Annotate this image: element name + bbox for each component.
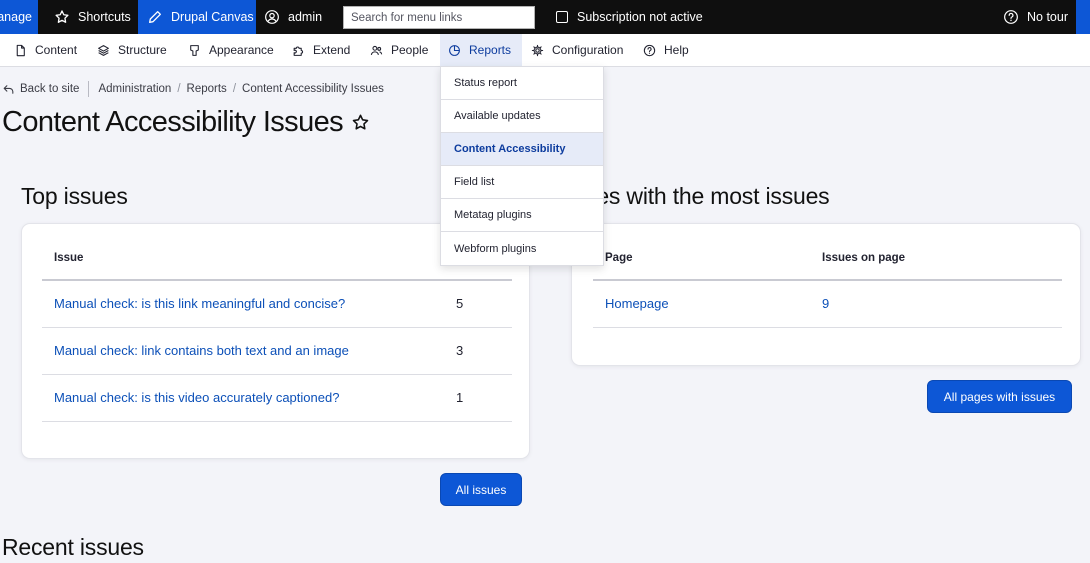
breadcrumb-item-current: Content Accessibility Issues bbox=[242, 83, 384, 95]
admin-menu: Content Structure Appearance Extend Peop… bbox=[0, 34, 1090, 67]
menu-item-structure[interactable]: Structure bbox=[89, 34, 175, 66]
star-icon bbox=[55, 10, 69, 23]
issue-count: 1 bbox=[456, 390, 464, 405]
menu-item-label: Appearance bbox=[209, 43, 274, 57]
star-icon[interactable] bbox=[351, 113, 370, 132]
people-icon bbox=[370, 45, 383, 55]
chart-icon bbox=[449, 44, 460, 56]
help-icon bbox=[1004, 10, 1018, 24]
drupal-canvas-label: Drupal Canvas bbox=[171, 10, 254, 24]
breadcrumb-separator: / bbox=[177, 83, 181, 95]
dropdown-item-available-updates[interactable]: Available updates bbox=[441, 100, 603, 133]
puzzle-icon bbox=[293, 46, 304, 56]
column-header-page: Page bbox=[605, 252, 633, 264]
checkbox-icon bbox=[556, 11, 568, 23]
menu-item-appearance[interactable]: Appearance bbox=[180, 34, 282, 66]
menu-item-label: Configuration bbox=[552, 43, 624, 57]
page-title: Content Accessibility Issues bbox=[2, 106, 370, 139]
user-icon bbox=[265, 10, 279, 24]
help-icon bbox=[643, 44, 656, 56]
menu-item-label: Reports bbox=[469, 43, 512, 57]
menu-item-reports[interactable]: Reports bbox=[440, 34, 522, 66]
table-row: Manual check: is this video accurately c… bbox=[42, 375, 512, 422]
tour-label: No tour bbox=[1027, 10, 1068, 24]
recent-issues-title: Recent issues bbox=[2, 534, 144, 560]
top-toolbar: Manage Shortcuts Drupal Canvas admin Sub… bbox=[0, 0, 1090, 34]
shortcuts-button[interactable]: Shortcuts bbox=[40, 0, 136, 34]
menu-item-extend[interactable]: Extend bbox=[284, 34, 358, 66]
page-title-text: Content Accessibility Issues bbox=[2, 106, 344, 138]
table-row: Manual check: is this link meaningful an… bbox=[42, 281, 512, 328]
top-issues-title: Top issues bbox=[21, 183, 128, 209]
drupal-canvas-button[interactable]: Drupal Canvas bbox=[138, 0, 256, 34]
menu-item-label: Content bbox=[35, 43, 78, 57]
dropdown-item-content-accessibility[interactable]: Content Accessibility bbox=[441, 133, 603, 166]
page-issue-count[interactable]: 9 bbox=[822, 296, 829, 311]
all-issues-button[interactable]: All issues bbox=[440, 473, 522, 506]
shortcuts-label: Shortcuts bbox=[78, 10, 131, 24]
breadcrumb-divider bbox=[88, 81, 90, 97]
breadcrumb: Back to site Administration / Reports / … bbox=[2, 81, 384, 97]
table-row: Manual check: link contains both text an… bbox=[42, 328, 512, 375]
dropdown-item-webform-plugins[interactable]: Webform plugins bbox=[441, 232, 603, 265]
gear-icon bbox=[531, 44, 544, 56]
user-label: admin bbox=[288, 10, 323, 24]
menu-item-label: Help bbox=[664, 43, 689, 57]
manage-button[interactable]: Manage bbox=[0, 0, 38, 34]
breadcrumb-separator: / bbox=[232, 83, 237, 95]
layers-icon bbox=[98, 44, 109, 56]
issue-count: 5 bbox=[456, 296, 464, 311]
table-row: Homepage 9 bbox=[593, 281, 1062, 328]
reports-dropdown: Status report Available updates Content … bbox=[440, 66, 604, 266]
menu-item-people[interactable]: People bbox=[362, 34, 436, 66]
subscription-label: Subscription not active bbox=[577, 10, 703, 24]
dropdown-item-status-report[interactable]: Status report bbox=[441, 67, 603, 100]
user-menu-button[interactable]: admin bbox=[256, 0, 332, 34]
pencil-icon bbox=[149, 11, 161, 23]
column-header-issues-on-page: Issues on page bbox=[822, 252, 906, 264]
breadcrumb-item-reports[interactable]: Reports bbox=[187, 83, 227, 95]
menu-item-configuration[interactable]: Configuration bbox=[523, 34, 631, 66]
toolbar-edge-button[interactable] bbox=[1076, 0, 1090, 34]
menu-item-label: People bbox=[391, 43, 429, 57]
issue-count: 3 bbox=[456, 343, 464, 358]
manage-label: Manage bbox=[0, 10, 32, 24]
menu-item-content[interactable]: Content bbox=[6, 34, 85, 66]
back-to-site-link[interactable]: Back to site bbox=[20, 83, 79, 95]
back-arrow-icon bbox=[3, 84, 14, 94]
all-pages-with-issues-button[interactable]: All pages with issues bbox=[927, 380, 1072, 413]
dropdown-item-metatag-plugins[interactable]: Metatag plugins bbox=[441, 199, 603, 232]
menu-item-label: Structure bbox=[118, 43, 167, 57]
tour-button[interactable]: No tour bbox=[995, 0, 1068, 34]
subscription-status[interactable]: Subscription not active bbox=[548, 0, 703, 34]
dropdown-item-field-list[interactable]: Field list bbox=[441, 166, 603, 199]
column-header-issue: Issue bbox=[54, 252, 84, 264]
brush-icon bbox=[190, 44, 199, 56]
page-link[interactable]: Homepage bbox=[605, 296, 669, 311]
pages-most-issues-card: Page Issues on page Homepage 9 bbox=[571, 223, 1081, 366]
menu-item-label: Extend bbox=[313, 43, 351, 57]
document-icon bbox=[16, 44, 25, 56]
breadcrumb-item-administration[interactable]: Administration bbox=[98, 83, 171, 95]
issue-link[interactable]: Manual check: is this video accurately c… bbox=[54, 390, 339, 405]
issue-link[interactable]: Manual check: is this link meaningful an… bbox=[54, 296, 345, 311]
menu-search-input[interactable] bbox=[343, 6, 535, 29]
issue-link[interactable]: Manual check: link contains both text an… bbox=[54, 343, 349, 358]
menu-item-help[interactable]: Help bbox=[635, 34, 697, 66]
